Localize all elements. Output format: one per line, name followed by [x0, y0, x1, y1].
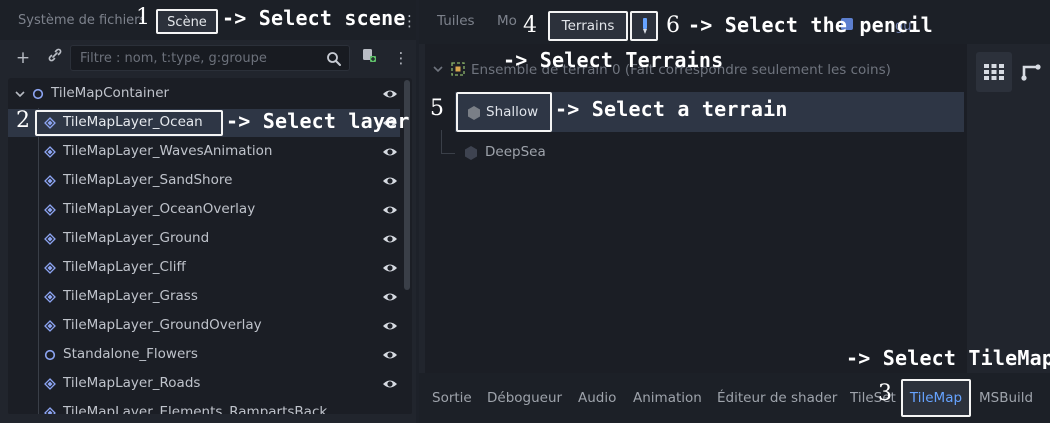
step-instruction: -> Select scene — [222, 6, 406, 30]
step-instruction: -> Select the pencil — [688, 13, 933, 37]
tree-row[interactable]: TileMapLayer_OceanOverlay — [8, 196, 400, 224]
tree-row[interactable]: TileMapLayer_GroundOverlay — [8, 312, 400, 340]
tilemaplayer-icon — [44, 146, 56, 158]
tab-debugger[interactable]: Débogueur — [487, 390, 562, 406]
tree-row[interactable]: TileMapLayer_SandShore — [8, 167, 400, 195]
visibility-eye-icon[interactable] — [382, 320, 398, 332]
visibility-eye-icon[interactable] — [382, 349, 398, 361]
tree-branch-line — [441, 130, 455, 154]
node-filter-input[interactable] — [70, 45, 350, 71]
path-mode-icon[interactable] — [1020, 59, 1042, 81]
tree-node-label: TileMapLayer_WavesAnimation — [63, 143, 273, 159]
tilemaplayer-icon — [44, 233, 56, 245]
visibility-eye-icon[interactable] — [382, 378, 398, 390]
visibility-eye-icon[interactable] — [382, 88, 398, 100]
step-number: 6 — [666, 13, 680, 38]
toolbar-kebab-menu-icon[interactable]: ⋮ — [390, 47, 412, 69]
tab-shader-editor[interactable]: Éditeur de shader — [717, 390, 837, 406]
tree-node-label: TileMapLayer_OceanOverlay — [63, 201, 256, 217]
tilemaplayer-icon — [44, 175, 56, 187]
node2d-icon — [32, 88, 44, 100]
link-icon[interactable] — [44, 47, 66, 69]
step-instruction: -> Select TileMap — [846, 346, 1050, 370]
tree-row[interactable]: TileMapLayer_Elements_RampartsBack — [8, 399, 400, 415]
step-number: 5 — [430, 96, 444, 121]
tree-node-label: TileMapLayer_Cliff — [63, 259, 186, 275]
step-number: 2 — [16, 108, 30, 133]
tree-node-label: TileMapLayer_Grass — [63, 288, 198, 304]
node2d-icon — [44, 349, 56, 361]
tree-node-label: TileMapLayer_Ocean — [63, 114, 203, 130]
tab-msbuild[interactable]: MSBuild — [979, 390, 1033, 406]
terrain-list: Ensemble de terrain 0 (Fait correspondre… — [425, 44, 967, 373]
tree-row[interactable]: TileMapLayer_Ground — [8, 225, 400, 253]
tilemaplayer-icon — [44, 204, 56, 216]
terrain-mode-tools — [975, 44, 1050, 373]
step-instruction: -> Select Terrains — [503, 48, 724, 72]
tab-terrains[interactable]: Terrains — [548, 11, 628, 41]
visibility-eye-icon[interactable] — [382, 262, 398, 274]
search-icon — [327, 52, 341, 66]
tree-node-label: TileMapContainer — [51, 85, 170, 101]
tab-output[interactable]: Sortie — [432, 390, 472, 406]
step-number: 4 — [523, 13, 537, 38]
tree-row[interactable]: TileMapLayer_WavesAnimation — [8, 138, 400, 166]
tab-tiles[interactable]: Tuiles — [437, 13, 475, 29]
tilemaplayer-icon — [44, 378, 56, 390]
terrain-label: DeepSea — [485, 144, 546, 160]
tilemaplayer-icon — [44, 320, 56, 332]
tab-animation[interactable]: Animation — [633, 390, 702, 406]
tree-node-label: TileMapLayer_GroundOverlay — [63, 317, 262, 333]
tree-row[interactable]: TileMapLayer_Grass — [8, 283, 400, 311]
chevron-down-icon[interactable] — [15, 89, 25, 99]
connect-mode-button[interactable] — [976, 52, 1012, 92]
scene-toolbar: + ⋮ — [0, 40, 416, 76]
terrain-highlight-box: Shallow — [456, 92, 552, 132]
hexagon-icon — [465, 146, 477, 160]
tilemaplayer-icon — [44, 262, 56, 274]
tab-filesystem[interactable]: Système de fichiers — [8, 8, 142, 34]
tab-tilemap[interactable]: TileMap — [901, 379, 971, 417]
add-node-icon[interactable]: + — [12, 47, 34, 69]
tree-node-label: TileMapLayer_Roads — [63, 375, 201, 391]
scene-dock: Système de fichiers Scène ⋮ + ⋮ TileMapC… — [0, 0, 417, 423]
tree-row[interactable]: TileMapLayer_Cliff — [8, 254, 400, 282]
attach-script-icon[interactable] — [358, 47, 380, 69]
visibility-eye-icon[interactable] — [382, 233, 398, 245]
tilemaplayer-icon — [44, 117, 56, 129]
visibility-eye-icon[interactable] — [382, 175, 398, 187]
terrain-set-icon — [451, 62, 465, 76]
visibility-eye-icon[interactable] — [382, 291, 398, 303]
tree-node-label: TileMapLayer_Ground — [63, 230, 210, 246]
tilemaplayer-icon — [44, 291, 56, 303]
tree-row[interactable]: Standalone_Flowers — [8, 341, 400, 369]
visibility-eye-icon[interactable] — [382, 204, 398, 216]
tree-row[interactable]: TileMapLayer_Roads — [8, 370, 400, 398]
bottom-panel-tabs: Sortie Débogueur Audio Animation Éditeur… — [419, 373, 1050, 423]
dock-bottom-strip — [0, 414, 416, 423]
terrain-item-deepsea[interactable]: DeepSea — [455, 142, 755, 166]
terrain-label: Shallow — [486, 104, 539, 120]
tree-node-label: Standalone_Flowers — [63, 346, 198, 362]
chevron-down-icon[interactable] — [433, 64, 443, 74]
step-number: 3 — [878, 381, 892, 406]
step-instruction: -> Select a terrain — [555, 97, 788, 121]
tree-node-label: TileMapLayer_SandShore — [63, 172, 233, 188]
connect-mode-icon — [984, 64, 1004, 80]
visibility-eye-icon[interactable] — [382, 146, 398, 158]
tab-audio[interactable]: Audio — [578, 390, 616, 406]
step-instruction: -> Select layer — [226, 109, 410, 133]
step-number: 1 — [136, 5, 150, 30]
tab-scene[interactable]: Scène — [156, 9, 218, 34]
tree-row[interactable]: TileMapContainer — [8, 80, 400, 108]
pencil-icon — [643, 18, 647, 34]
pencil-tool-button[interactable] — [630, 11, 658, 41]
hexagon-icon — [468, 106, 480, 120]
